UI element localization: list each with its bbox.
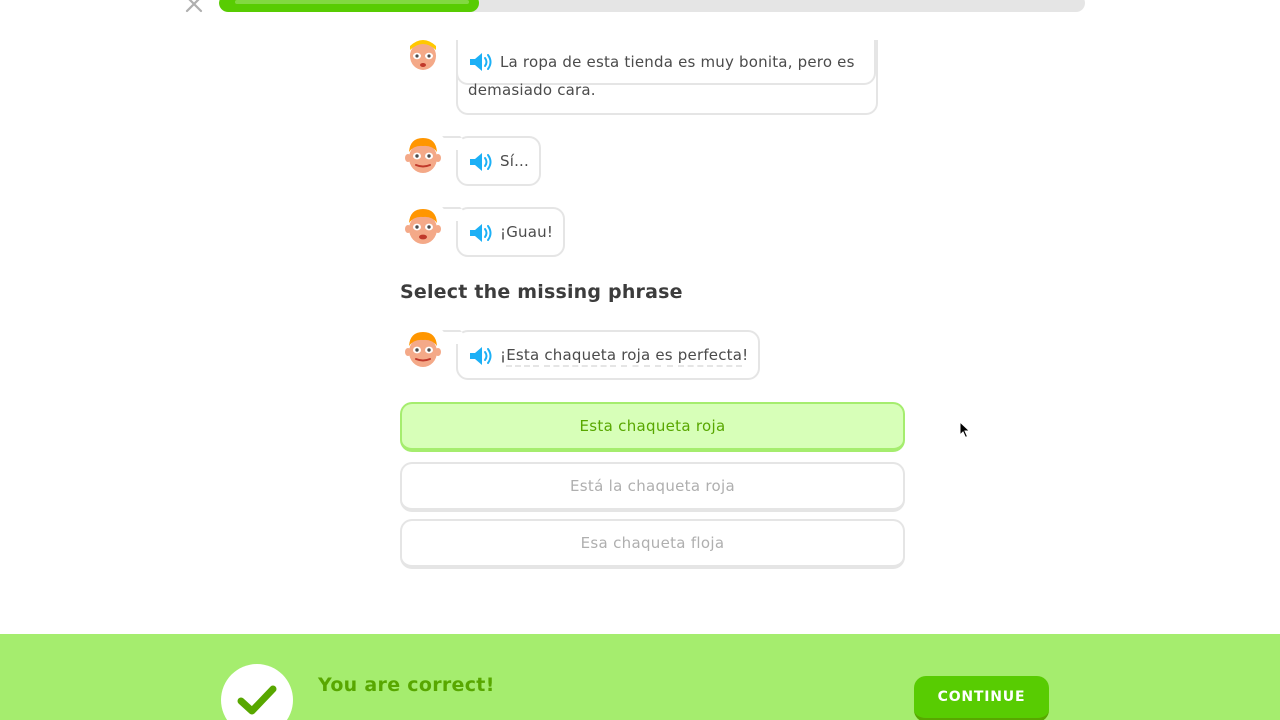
sentence-close-mark: !: [742, 346, 749, 364]
feedback-footer: You are correct! CONTINUE: [0, 634, 1280, 720]
blonde-character-avatar-icon: [404, 36, 442, 76]
redhead-character-avatar-icon: [404, 330, 442, 370]
speech-bubble: ¡Esta chaqueta roja es perfecta!: [456, 330, 761, 380]
answer-option[interactable]: Está la chaqueta roja: [400, 462, 905, 512]
progress-bar-fill: [219, 0, 479, 12]
answer-option[interactable]: Esa chaqueta floja: [400, 519, 905, 569]
prompt-message: ¡Esta chaqueta roja es perfecta!: [404, 330, 761, 380]
sentence-word[interactable]: es: [655, 346, 673, 367]
check-icon: [221, 664, 293, 720]
sentence-word[interactable]: perfecta: [677, 346, 743, 367]
close-icon[interactable]: [184, 0, 204, 14]
prompt-sentence: ¡Esta chaqueta roja es perfecta!: [500, 341, 748, 369]
redhead-character-avatar-icon: [404, 207, 442, 247]
sentence-word[interactable]: Esta: [506, 346, 540, 367]
redhead-character-avatar-icon: [404, 136, 442, 176]
sentence-word[interactable]: roja: [621, 346, 651, 367]
speaker-icon[interactable]: [468, 151, 496, 173]
chat-message: ¡Guau!: [404, 207, 566, 257]
chat-message-1-text: La ropa de esta tienda es muy bonita, pe…: [468, 53, 855, 99]
chat-message: Sí...: [404, 136, 541, 186]
answer-option[interactable]: Esta chaqueta roja: [400, 402, 905, 452]
sentence-word[interactable]: chaqueta: [544, 346, 617, 367]
mouse-cursor-icon: [959, 420, 971, 439]
progress-bar: [219, 0, 1085, 12]
speech-bubble: ¡Guau!: [456, 207, 566, 257]
speaker-icon[interactable]: [468, 222, 496, 244]
chat-message-text: ¡Guau!: [500, 223, 554, 241]
continue-button[interactable]: CONTINUE: [914, 676, 1049, 720]
chat-message-text: Sí...: [500, 152, 529, 170]
exercise-heading: Select the missing phrase: [400, 281, 683, 303]
feedback-status: You are correct!: [318, 674, 495, 696]
speech-bubble: Sí...: [456, 136, 541, 186]
speaker-icon[interactable]: [468, 345, 496, 367]
